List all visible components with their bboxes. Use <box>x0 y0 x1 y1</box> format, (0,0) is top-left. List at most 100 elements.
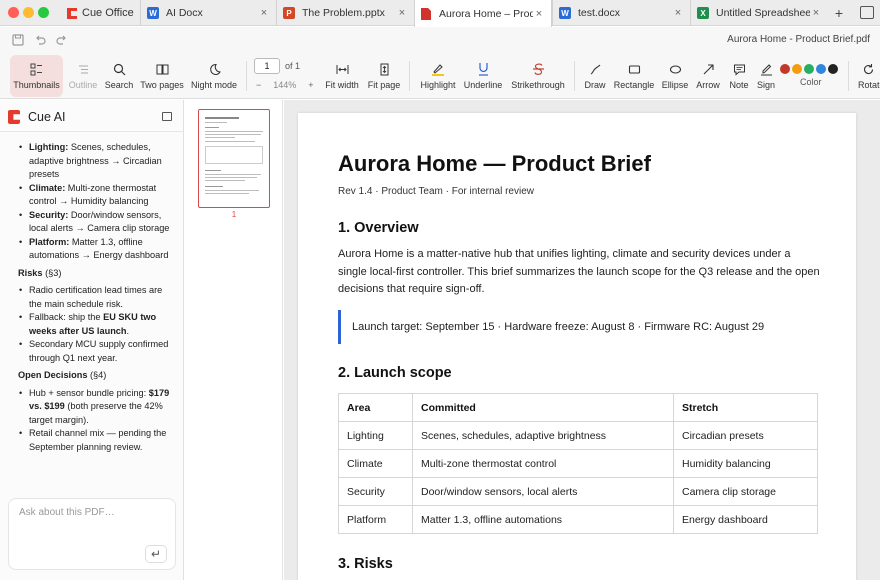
rotate-icon <box>864 63 874 74</box>
close-window-button[interactable] <box>8 7 19 18</box>
toolbar-divider <box>246 61 247 91</box>
fit-page-button[interactable]: Fit page <box>366 55 402 97</box>
table-cell: Circadian presets <box>673 421 818 450</box>
window-layout-icon[interactable] <box>860 6 874 19</box>
close-tab-icon[interactable]: × <box>533 8 545 20</box>
night-mode-button[interactable]: Night mode <box>190 55 238 97</box>
swatch-green[interactable] <box>804 64 814 74</box>
strikethrough-label: Strikethrough <box>511 80 565 90</box>
thumb-line <box>205 137 235 138</box>
column-header: Area <box>338 393 413 422</box>
table-cell: Energy dashboard <box>673 505 818 534</box>
table-cell: Camera clip storage <box>673 477 818 506</box>
swatch-red[interactable] <box>780 64 790 74</box>
page-thumbnail[interactable] <box>198 109 270 208</box>
pdf-page: Aurora Home — Product Brief Rev 1.4 · Pr… <box>298 113 856 580</box>
window-title: Aurora Home - Product Brief.pdf <box>727 34 870 45</box>
table-row: Security Door/window sensors, local aler… <box>338 477 818 506</box>
arrow-icon <box>703 63 714 74</box>
fit-width-button[interactable]: Fit width <box>322 55 362 97</box>
draw-button[interactable]: Draw <box>582 55 608 97</box>
note-button[interactable]: Note <box>726 55 752 97</box>
tab-untitled-spreadsheet[interactable]: X Untitled Spreadsheet.… × <box>690 0 828 26</box>
thumbnails-panel: 1 <box>185 100 283 580</box>
swatch-black[interactable] <box>828 64 838 74</box>
search-button[interactable]: Search <box>102 55 136 97</box>
item-term: Security: <box>29 209 69 220</box>
highlight-label: Highlight <box>420 80 456 90</box>
rectangle-button[interactable]: Rectangle <box>612 55 656 97</box>
scope-list: Lighting: Scenes, schedules, adaptive br… <box>18 141 176 263</box>
collapse-sidebar-icon[interactable] <box>162 112 172 121</box>
ellipse-button[interactable]: Ellipse <box>660 55 690 97</box>
table-cell: Multi-zone thermostat control <box>412 449 674 478</box>
document-title: Aurora Home — Product Brief <box>338 151 651 176</box>
underline-button[interactable]: Underline <box>462 55 504 97</box>
thumb-line <box>205 186 223 187</box>
item-text: Fallback: ship the <box>29 312 104 322</box>
two-pages-button[interactable]: Two pages <box>140 55 184 97</box>
fit-page-label: Fit page <box>367 79 401 90</box>
page-number-input[interactable]: 1 <box>254 58 280 74</box>
undo-icon[interactable] <box>33 33 47 47</box>
outline-label: Outline <box>68 79 98 90</box>
word-file-icon: W <box>147 7 159 19</box>
table-cell: Lighting <box>338 421 413 450</box>
heading-risks: 3. Risks <box>338 556 393 572</box>
fit-width-label: Fit width <box>325 79 359 90</box>
maximize-window-button[interactable] <box>38 7 49 18</box>
outline-button[interactable]: Outline <box>66 55 100 97</box>
underline-icon <box>478 63 488 76</box>
close-tab-icon[interactable]: × <box>396 7 408 19</box>
send-button[interactable]: ↵ <box>145 545 167 563</box>
ellipse-label: Ellipse <box>661 79 689 90</box>
item-term: Lighting: <box>29 142 69 152</box>
thumbnail-page-number: 1 <box>231 210 237 219</box>
swatch-blue[interactable] <box>816 64 826 74</box>
document-viewer[interactable]: Aurora Home — Product Brief Rev 1.4 · Pr… <box>284 100 880 580</box>
table-cell: Platform <box>338 505 413 534</box>
zoom-out-button[interactable]: − <box>256 80 261 90</box>
close-tab-icon[interactable]: × <box>258 7 270 19</box>
tab-the-problem-pptx[interactable]: P The Problem.pptx × <box>276 0 414 26</box>
close-tab-icon[interactable]: × <box>810 7 822 19</box>
chat-input[interactable]: Ask about this PDF… ↵ <box>8 498 176 570</box>
strikethrough-button[interactable]: Strikethrough <box>510 55 566 97</box>
minimize-window-button[interactable] <box>23 7 34 18</box>
decisions-heading: Open Decisions (§4) <box>18 369 176 383</box>
new-tab-button[interactable]: + <box>830 4 848 22</box>
tab-label: Aurora Home – Produc… <box>439 7 533 20</box>
app-home-tab[interactable]: Cue Office <box>62 0 138 26</box>
thumbnails-button[interactable]: Thumbnails <box>10 55 63 97</box>
swatch-orange[interactable] <box>792 64 802 74</box>
app-name: Cue Office <box>82 7 134 19</box>
close-tab-icon[interactable]: × <box>672 7 684 19</box>
thumb-line <box>205 180 245 181</box>
sidebar-title: Cue AI <box>28 110 66 124</box>
rotate-label: Rotate <box>858 79 880 90</box>
decisions-list: Hub + sensor bundle pricing: $179 vs. $1… <box>18 387 176 455</box>
redo-icon[interactable] <box>55 33 69 47</box>
section-ref: (§3) <box>42 267 62 278</box>
thumb-line <box>205 131 263 132</box>
color-label: Color <box>800 77 822 87</box>
sidebar-divider <box>0 131 184 132</box>
arrow-button[interactable]: Arrow <box>694 55 722 97</box>
tab-test-docx[interactable]: W test.docx × <box>552 0 690 26</box>
rotate-button[interactable]: Rotate <box>856 55 880 97</box>
column-header: Committed <box>412 393 674 422</box>
zoom-level[interactable]: 144% <box>273 80 296 90</box>
underline-label: Underline <box>463 80 503 90</box>
save-icon[interactable] <box>11 33 25 47</box>
tab-ai-docx[interactable]: W AI Docx × <box>140 0 276 26</box>
document-subtitle: Rev 1.4 · Product Team · For internal re… <box>338 186 535 197</box>
table-header-row: Area Committed Stretch <box>338 393 818 422</box>
zoom-in-button[interactable]: + <box>308 80 313 90</box>
toolbar-divider <box>848 61 849 91</box>
column-header: Stretch <box>673 393 818 422</box>
highlight-button[interactable]: Highlight <box>418 55 458 97</box>
tab-aurora-home-pdf[interactable]: Aurora Home – Produc… × <box>414 0 552 27</box>
table-cell: Humidity balancing <box>673 449 818 478</box>
color-swatches <box>780 64 838 74</box>
sign-button[interactable]: Sign <box>754 55 778 97</box>
